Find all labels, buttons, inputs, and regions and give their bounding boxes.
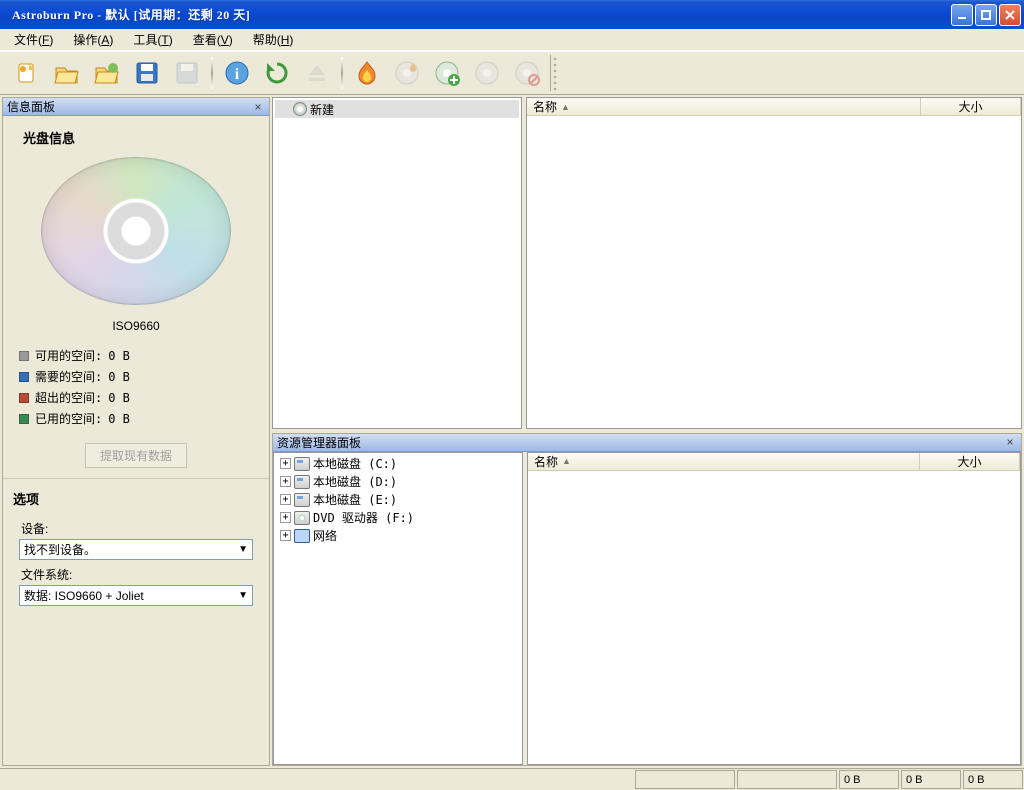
legend-label: 可用的空间: — [35, 347, 102, 364]
tree-label: 本地磁盘 (C:) — [313, 455, 397, 472]
list-header: 名称▲ 大小 — [527, 98, 1021, 116]
tree-row[interactable]: + 网络 — [276, 527, 520, 545]
extract-data-button: 提取现有数据 — [85, 443, 187, 468]
dvd-drive-icon — [294, 511, 310, 525]
save-as-icon[interactable] — [170, 56, 204, 90]
legend-label: 超出的空间: — [35, 389, 102, 406]
explorer-tree[interactable]: + 本地磁盘 (C:) + 本地磁盘 (D:) + 本地磁盘 (E:) + DVD 驱动器 (… — [273, 452, 523, 766]
status-needed: 0 B — [901, 770, 961, 789]
filesystem-label: 文件系统: — [21, 566, 259, 583]
legend-row: 可用的空间: 0 B — [13, 345, 259, 366]
legend-row: 已用的空间: 0 B — [13, 408, 259, 429]
status-cell — [635, 770, 735, 789]
tree-label: 本地磁盘 (D:) — [313, 473, 397, 490]
status-used: 0 B — [963, 770, 1023, 789]
explorer-panel-title: 资源管理器面板 — [277, 434, 361, 451]
legend-row: 超出的空间: 0 B — [13, 387, 259, 408]
disc-options-icon[interactable] — [470, 56, 504, 90]
tree-row[interactable]: + DVD 驱动器 (F:) — [276, 509, 520, 527]
legend-swatch — [19, 414, 29, 424]
menu-bar: 文件(F) 操作(A) 工具(T) 查看(V) 帮助(H) — [0, 29, 1024, 51]
refresh-icon[interactable] — [260, 56, 294, 90]
chevron-down-icon: ▼ — [238, 544, 248, 555]
status-free: 0 B — [839, 770, 899, 789]
title-bar: Astroburn Pro - 默认 [试用期：还剩 20 天] — [0, 0, 1024, 29]
disc-graphic — [41, 157, 231, 305]
tree-row[interactable]: + 本地磁盘 (D:) — [276, 473, 520, 491]
close-button[interactable] — [999, 4, 1021, 26]
drive-icon — [294, 475, 310, 489]
svg-text:i: i — [235, 66, 240, 83]
minimize-button[interactable] — [951, 4, 973, 26]
legend-swatch — [19, 393, 29, 403]
toolbar-grip[interactable] — [550, 55, 558, 91]
save-icon[interactable] — [130, 56, 164, 90]
expand-icon[interactable]: + — [280, 494, 291, 505]
open-recent-icon[interactable] — [90, 56, 124, 90]
menu-view[interactable]: 查看(V) — [183, 29, 243, 50]
menu-operations[interactable]: 操作(A) — [63, 29, 123, 50]
explorer-file-list[interactable]: 名称▲ 大小 — [527, 452, 1021, 766]
window-title: Astroburn Pro - 默认 [试用期：还剩 20 天] — [12, 6, 951, 23]
device-label: 设备: — [21, 520, 259, 537]
legend-label: 已用的空间: — [35, 410, 102, 427]
status-cell — [737, 770, 837, 789]
expand-icon[interactable]: + — [280, 530, 291, 541]
tree-label: DVD 驱动器 (F:) — [313, 509, 414, 526]
tree-label: 本地磁盘 (E:) — [313, 491, 397, 508]
legend-value: 0 B — [108, 412, 130, 426]
sort-asc-icon: ▲ — [561, 102, 570, 112]
disc-icon — [293, 102, 307, 116]
burn-image-icon[interactable] — [390, 56, 424, 90]
new-project-icon[interactable] — [10, 56, 44, 90]
col-size[interactable]: 大小 — [921, 98, 1021, 115]
legend-value: 0 B — [108, 370, 130, 384]
expand-icon[interactable]: + — [280, 458, 291, 469]
maximize-button[interactable] — [975, 4, 997, 26]
tree-label: 网络 — [313, 527, 337, 544]
menu-tools[interactable]: 工具(T) — [123, 29, 182, 50]
disc-info-heading: 光盘信息 — [13, 122, 259, 157]
legend-value: 0 B — [108, 391, 130, 405]
expand-icon[interactable]: + — [280, 512, 291, 523]
close-icon[interactable]: × — [251, 100, 265, 114]
tree-row[interactable]: + 本地磁盘 (C:) — [276, 455, 520, 473]
iso-format-label: ISO9660 — [112, 319, 159, 333]
add-to-disc-icon[interactable] — [430, 56, 464, 90]
legend-swatch — [19, 372, 29, 382]
drive-icon — [294, 457, 310, 471]
burn-icon[interactable] — [350, 56, 384, 90]
legend-value: 0 B — [108, 349, 130, 363]
status-bar: 0 B 0 B 0 B — [0, 768, 1024, 790]
options-heading: 选项 — [13, 489, 259, 514]
open-icon[interactable] — [50, 56, 84, 90]
info-panel-title: 信息面板 — [7, 98, 55, 115]
toolbar: i — [0, 51, 1024, 95]
filesystem-combo[interactable]: 数据: ISO9660 + Joliet▼ — [19, 585, 253, 606]
network-icon — [294, 529, 310, 543]
menu-help[interactable]: 帮助(H) — [243, 29, 304, 50]
tree-row[interactable]: 新建 — [275, 100, 519, 118]
device-combo[interactable]: 找不到设备。▼ — [19, 539, 253, 560]
expand-icon[interactable]: + — [280, 476, 291, 487]
close-icon[interactable]: × — [1003, 435, 1017, 449]
compilation-tree[interactable]: 新建 — [272, 97, 522, 429]
col-size[interactable]: 大小 — [920, 453, 1020, 470]
drive-icon — [294, 493, 310, 507]
chevron-down-icon: ▼ — [238, 590, 248, 601]
compilation-file-list[interactable]: 名称▲ 大小 — [526, 97, 1022, 429]
col-name[interactable]: 名称▲ — [528, 453, 920, 470]
menu-file[interactable]: 文件(F) — [4, 29, 63, 50]
legend-swatch — [19, 351, 29, 361]
tree-row[interactable]: + 本地磁盘 (E:) — [276, 491, 520, 509]
info-icon[interactable]: i — [220, 56, 254, 90]
legend-label: 需要的空间: — [35, 368, 102, 385]
info-panel: 信息面板 × 光盘信息 ISO9660 可用的空间: 0 B需要的空间: 0 B… — [2, 97, 270, 766]
list-header: 名称▲ 大小 — [528, 453, 1020, 471]
disc-cancel-icon[interactable] — [510, 56, 544, 90]
eject-icon[interactable] — [300, 56, 334, 90]
sort-asc-icon: ▲ — [562, 456, 571, 466]
col-name[interactable]: 名称▲ — [527, 98, 921, 115]
legend-row: 需要的空间: 0 B — [13, 366, 259, 387]
